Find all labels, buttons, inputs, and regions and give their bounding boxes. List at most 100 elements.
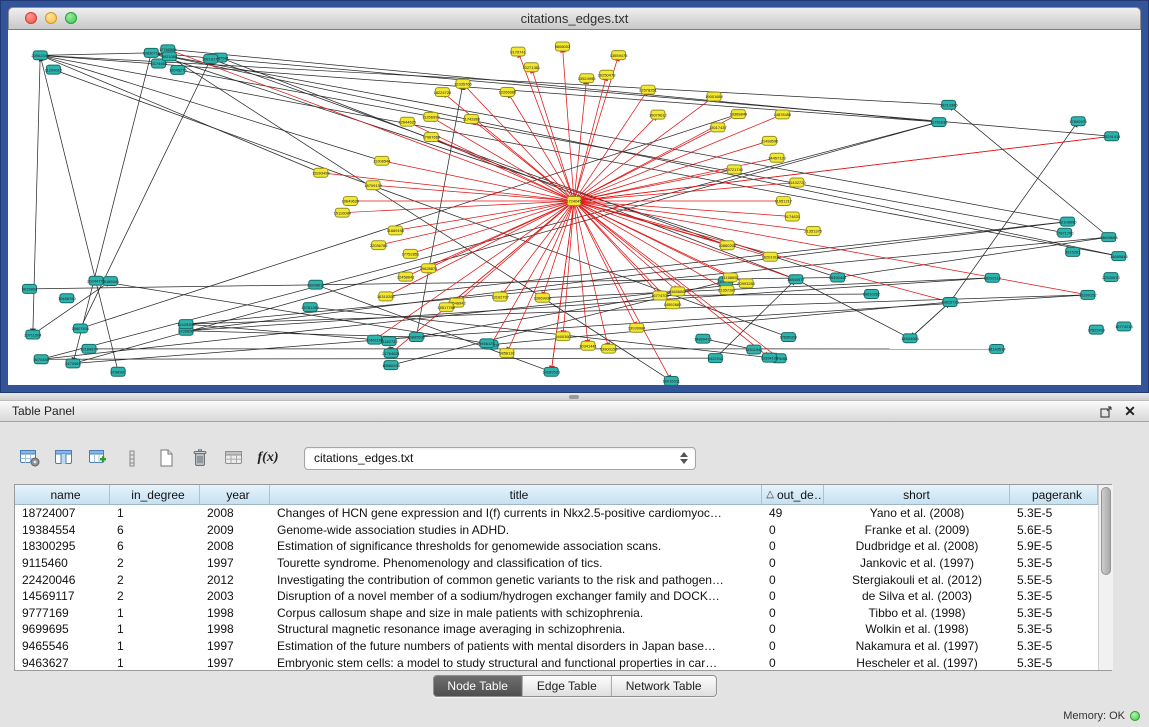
table-cell[interactable]: 0 <box>762 606 824 620</box>
table-cell[interactable]: 9465546 <box>15 639 110 653</box>
row-height-icon[interactable] <box>118 445 146 471</box>
table-cell[interactable]: 1998 <box>200 622 270 636</box>
zoom-window-button[interactable] <box>65 12 77 24</box>
table-cell[interactable]: 19384554 <box>15 523 110 537</box>
table-cell[interactable]: 0 <box>762 639 824 653</box>
tab-edge-table[interactable]: Edge Table <box>522 676 611 696</box>
table-cell[interactable]: 5.3E-5 <box>1010 506 1098 520</box>
table-cell[interactable]: 6 <box>110 539 200 553</box>
panel-divider[interactable] <box>0 393 1149 400</box>
table-cell[interactable]: 0 <box>762 656 824 670</box>
table-cell[interactable]: 2003 <box>200 589 270 603</box>
table-cell[interactable]: 49 <box>762 506 824 520</box>
table-cell[interactable]: 1997 <box>200 639 270 653</box>
table-cell[interactable]: 1997 <box>200 556 270 570</box>
table-cell[interactable]: Jankovic et al. (1997) <box>824 556 1010 570</box>
table-cell[interactable]: Tourette syndrome. Phenomenology and cla… <box>270 556 762 570</box>
column-header-short[interactable]: short <box>824 485 1010 504</box>
table-cell[interactable]: 1 <box>110 506 200 520</box>
table-cell[interactable]: 1 <box>110 622 200 636</box>
table-cell[interactable]: Embryonic stem cells: a model to study s… <box>270 656 762 670</box>
table-cell[interactable]: 2009 <box>200 523 270 537</box>
table-cell[interactable]: 1 <box>110 639 200 653</box>
table-cell[interactable]: Genome-wide association studies in ADHD. <box>270 523 762 537</box>
table-cell[interactable]: 0 <box>762 556 824 570</box>
add-column-icon[interactable] <box>84 445 112 471</box>
table-row[interactable]: 946362711997Embryonic stem cells: a mode… <box>15 654 1098 670</box>
table-cell[interactable]: Tibbo et al. (1998) <box>824 606 1010 620</box>
show-columns-icon[interactable] <box>50 445 78 471</box>
table-row[interactable]: 911546021997Tourette syndrome. Phenomeno… <box>15 555 1098 572</box>
table-cell[interactable]: 0 <box>762 573 824 587</box>
table-cell[interactable]: Wolkin et al. (1998) <box>824 622 1010 636</box>
table-cell[interactable]: 9463627 <box>15 656 110 670</box>
table-cell[interactable]: 5.3E-5 <box>1010 639 1098 653</box>
new-table-icon[interactable] <box>152 445 180 471</box>
table-row[interactable]: 1830029562008Estimation of significance … <box>15 538 1098 555</box>
table-cell[interactable]: Stergiakouli et al. (2012) <box>824 573 1010 587</box>
table-cell[interactable]: 0 <box>762 539 824 553</box>
function-builder-icon[interactable]: f(x) <box>254 445 282 471</box>
column-header-out-degree[interactable]: △ out_de… <box>762 485 824 504</box>
table-cell[interactable]: Corpus callosum shape and size in male p… <box>270 606 762 620</box>
tab-node-table[interactable]: Node Table <box>433 676 522 696</box>
table-row[interactable]: 969969511998Structural magnetic resonanc… <box>15 621 1098 638</box>
minimize-window-button[interactable] <box>45 12 57 24</box>
table-select-dropdown[interactable]: citations_edges.txt <box>304 447 696 470</box>
table-cell[interactable]: 1997 <box>200 656 270 670</box>
table-cell[interactable]: 5.3E-5 <box>1010 656 1098 670</box>
table-cell[interactable]: 0 <box>762 589 824 603</box>
table-cell[interactable]: 5.3E-5 <box>1010 589 1098 603</box>
vertical-scrollbar[interactable] <box>1098 485 1113 670</box>
table-cell[interactable]: Investigating the contribution of common… <box>270 573 762 587</box>
table-cell[interactable]: Yano et al. (2008) <box>824 506 1010 520</box>
table-row[interactable]: 1938455462009Genome-wide association stu… <box>15 522 1098 539</box>
table-cell[interactable]: 0 <box>762 622 824 636</box>
table-cell[interactable]: 5.3E-5 <box>1010 606 1098 620</box>
table-row[interactable]: 2242004622012Investigating the contribut… <box>15 571 1098 588</box>
table-cell[interactable]: 5.6E-5 <box>1010 523 1098 537</box>
table-cell[interactable]: 2 <box>110 556 200 570</box>
scrollbar-thumb[interactable] <box>1101 487 1111 575</box>
table-cell[interactable]: 18300295 <box>15 539 110 553</box>
delete-table-icon[interactable] <box>186 445 214 471</box>
table-row[interactable]: 977716911998Corpus callosum shape and si… <box>15 605 1098 622</box>
network-canvas[interactable]: 1776058511299015102475811081817512045275… <box>8 30 1141 385</box>
table-row[interactable]: 946554611997Estimation of the future num… <box>15 638 1098 655</box>
table-cell[interactable]: 5.5E-5 <box>1010 573 1098 587</box>
table-row[interactable]: 1872400712008Changes of HCN gene express… <box>15 505 1098 522</box>
column-header-year[interactable]: year <box>200 485 270 504</box>
table-cell[interactable]: Dudbridge et al. (2008) <box>824 539 1010 553</box>
table-cell[interactable]: 14569117 <box>15 589 110 603</box>
column-header-pagerank[interactable]: pagerank <box>1010 485 1098 504</box>
table-cell[interactable]: Structural magnetic resonance image aver… <box>270 622 762 636</box>
import-table-icon[interactable] <box>220 445 248 471</box>
table-cell[interactable]: 2 <box>110 589 200 603</box>
table-cell[interactable]: 9115460 <box>15 556 110 570</box>
table-cell[interactable]: Hescheler et al. (1997) <box>824 656 1010 670</box>
table-cell[interactable]: 5.3E-5 <box>1010 622 1098 636</box>
table-cell[interactable]: 2008 <box>200 539 270 553</box>
column-header-in-degree[interactable]: in_degree <box>110 485 200 504</box>
table-cell[interactable]: 1998 <box>200 606 270 620</box>
table-cell[interactable]: Franke et al. (2009) <box>824 523 1010 537</box>
table-cell[interactable]: 6 <box>110 523 200 537</box>
table-cell[interactable]: 9777169 <box>15 606 110 620</box>
table-cell[interactable]: 9699695 <box>15 622 110 636</box>
table-cell[interactable]: Disruption of a novel member of a sodium… <box>270 589 762 603</box>
table-row[interactable]: 1456911722003Disruption of a novel membe… <box>15 588 1098 605</box>
table-cell[interactable]: 2 <box>110 573 200 587</box>
table-cell[interactable]: 5.9E-5 <box>1010 539 1098 553</box>
table-cell[interactable]: Estimation of significance thresholds fo… <box>270 539 762 553</box>
window-titlebar[interactable]: citations_edges.txt <box>8 7 1141 30</box>
table-cell[interactable]: 18724007 <box>15 506 110 520</box>
table-cell[interactable]: 2008 <box>200 506 270 520</box>
table-cell[interactable]: Nakamura et al. (1997) <box>824 639 1010 653</box>
close-window-button[interactable] <box>25 12 37 24</box>
divider-handle-icon[interactable] <box>569 395 579 399</box>
table-cell[interactable]: 0 <box>762 523 824 537</box>
close-panel-icon[interactable]: ✕ <box>1121 403 1139 420</box>
table-cell[interactable]: Estimation of the future numbers of pati… <box>270 639 762 653</box>
table-cell[interactable]: 1 <box>110 656 200 670</box>
column-header-title[interactable]: title <box>270 485 762 504</box>
